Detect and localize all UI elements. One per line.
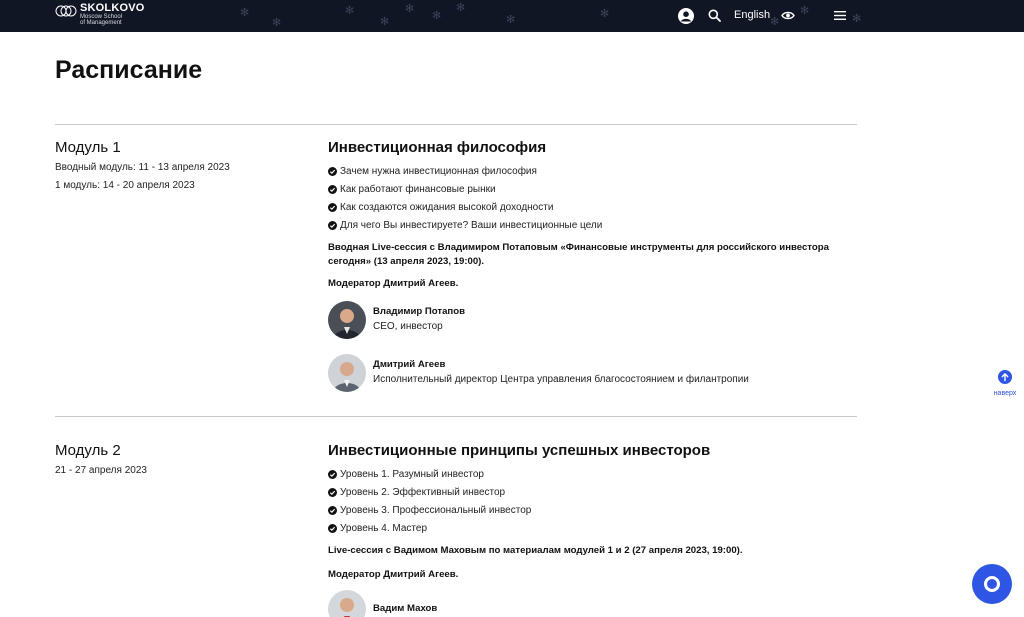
check-circle-icon xyxy=(328,488,337,498)
list-item: Зачем нужна инвестиционная философия xyxy=(328,163,602,181)
module-2-topics: Уровень 1. Разумный инвестор Уровень 2. … xyxy=(328,466,531,537)
module-2-name: Модуль 2 xyxy=(55,442,121,459)
logo-text: SKOLKOVO Moscow School of Management xyxy=(80,2,145,27)
avatar xyxy=(328,590,366,617)
topic-text: Уровень 4. Мастер xyxy=(340,522,428,534)
check-circle-icon xyxy=(328,185,337,195)
list-item: Уровень 2. Эффективный инвестор xyxy=(328,484,531,502)
speaker-card: Вадим Махов xyxy=(328,590,437,617)
section-divider xyxy=(55,416,857,417)
snowflake-decoration: ✻ xyxy=(852,13,862,25)
user-icon[interactable] xyxy=(678,8,694,24)
section-divider xyxy=(55,124,857,125)
speaker-role: Исполнительный директор Центра управлени… xyxy=(373,374,749,385)
list-item: Уровень 4. Мастер xyxy=(328,519,531,537)
logo-mark-icon xyxy=(55,5,77,17)
list-item: Как работают финансовые рынки xyxy=(328,181,602,199)
snowflake-decoration: ✻ xyxy=(770,16,780,28)
snowflake-decoration: ✻ xyxy=(432,10,442,22)
module-1-title: Инвестиционная философия xyxy=(328,139,547,156)
module-2-session: Live-сессия с Вадимом Маховым по материа… xyxy=(328,545,743,556)
topic-text: Уровень 2. Эффективный инвестор xyxy=(340,487,506,499)
module-2-moderator: Модератор Дмитрий Агеев. xyxy=(328,569,459,580)
topic-text: Зачем нужна инвестиционная философия xyxy=(340,166,537,178)
avatar xyxy=(328,301,366,339)
page-title: Расписание xyxy=(55,56,203,84)
snowflake-decoration: ✻ xyxy=(405,3,415,15)
list-item: Уровень 3. Профессиональный инвестор xyxy=(328,502,531,520)
back-to-top-label: наверх xyxy=(993,390,1017,397)
arrow-up-circle-icon xyxy=(998,370,1012,384)
snowflake-decoration: ✻ xyxy=(506,14,516,26)
speaker-role: CEO, инвестор xyxy=(373,321,443,332)
module-1-topics: Зачем нужна инвестиционная философия Как… xyxy=(328,163,602,234)
avatar xyxy=(328,354,366,392)
snowflake-decoration: ✻ xyxy=(800,5,810,17)
speaker-name: Дмитрий Агеев xyxy=(373,359,446,370)
check-circle-icon xyxy=(328,167,337,177)
snowflake-decoration: ✻ xyxy=(380,16,390,28)
check-circle-icon xyxy=(328,202,337,212)
back-to-top-button[interactable]: наверх xyxy=(990,370,1020,397)
menu-icon[interactable] xyxy=(834,10,846,21)
search-icon[interactable] xyxy=(708,9,721,22)
topic-text: Как создаются ожидания высокой доходност… xyxy=(340,201,554,213)
module-1-moderator: Модератор Дмитрий Агеев. xyxy=(328,278,459,289)
chat-button[interactable] xyxy=(972,564,1012,604)
list-item: Как создаются ожидания высокой доходност… xyxy=(328,199,602,217)
eye-icon[interactable] xyxy=(781,10,795,21)
check-circle-icon xyxy=(328,505,337,515)
module-1-session: Вводная Live-сессия с Владимиром Потапов… xyxy=(328,242,829,267)
check-circle-icon xyxy=(328,523,337,533)
topic-text: Уровень 3. Профессиональный инвестор xyxy=(340,504,532,516)
topic-text: Уровень 1. Разумный инвестор xyxy=(340,469,484,481)
snowflake-decoration: ✻ xyxy=(456,2,466,14)
list-item: Для чего Вы инвестируете? Ваши инвестици… xyxy=(328,216,602,234)
speaker-name: Владимир Потапов xyxy=(373,306,465,317)
module-2-date: 21 - 27 апреля 2023 xyxy=(55,465,147,476)
speaker-card: Дмитрий Агеев Исполнительный директор Це… xyxy=(328,354,749,392)
top-bar: ✻ ✻ ✻ ✻ ✻ ✻ ✻ ✻ ✻ ✻ ✻ ✻ SKOLKOVO Moscow … xyxy=(0,0,1024,32)
snowflake-decoration: ✻ xyxy=(345,5,355,17)
speaker-name: Вадим Махов xyxy=(373,603,438,614)
snowflake-decoration: ✻ xyxy=(240,7,250,19)
module-1-date: Вводный модуль: 11 - 13 апреля 2023 xyxy=(55,162,230,173)
module-1-name: Модуль 1 xyxy=(55,139,121,156)
speaker-card: Владимир Потапов CEO, инвестор xyxy=(328,301,465,339)
topic-text: Для чего Вы инвестируете? Ваши инвестици… xyxy=(340,219,603,231)
snowflake-decoration: ✻ xyxy=(272,17,282,29)
topic-text: Как работают финансовые рынки xyxy=(340,184,496,196)
chat-icon xyxy=(984,576,1000,592)
check-circle-icon xyxy=(328,220,337,230)
check-circle-icon xyxy=(328,470,337,480)
list-item: Уровень 1. Разумный инвестор xyxy=(328,466,531,484)
module-2-title: Инвестиционные принципы успешных инвесто… xyxy=(328,442,711,459)
skolkovo-logo[interactable]: SKOLKOVO Moscow School of Management xyxy=(55,3,145,26)
snowflake-decoration: ✻ xyxy=(600,8,610,20)
logo-subtitle-line-2: of Management xyxy=(80,20,122,26)
language-switch[interactable]: English xyxy=(734,8,770,22)
logo-name: SKOLKOVO xyxy=(80,2,145,14)
module-1-date: 1 модуль: 14 - 20 апреля 2023 xyxy=(55,180,195,191)
